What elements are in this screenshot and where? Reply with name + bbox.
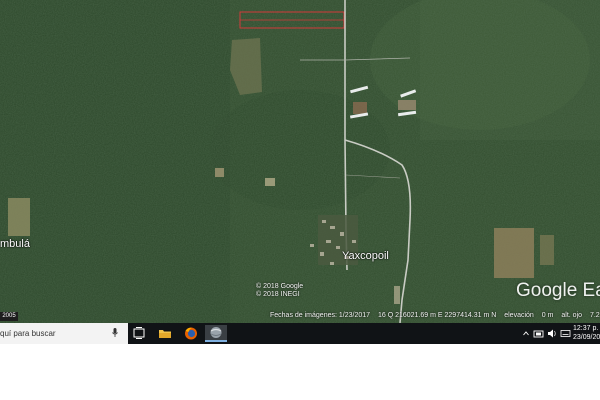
windows-taskbar: quí para buscar 12:37 p. 23/09/20 [0, 323, 600, 344]
google-earth-icon [210, 327, 222, 338]
microphone-icon[interactable] [112, 328, 118, 337]
clock-time: 12:37 p. m. [573, 325, 600, 332]
copyright-google: © 2018 Google [256, 283, 304, 290]
map-view[interactable]: mbulá Yaxcopoil © 2018 Google © 2018 INE… [0, 0, 600, 323]
historical-year-badge[interactable]: 2005 [0, 312, 18, 321]
google-earth-logo: Google Ea [516, 280, 600, 301]
keyboard-icon[interactable] [560, 323, 571, 344]
elevation-value: 0 m [541, 312, 554, 319]
volume-icon[interactable] [547, 323, 557, 344]
coordinates-readout: 16 Q 216021.69 m E 2297414.31 m N [377, 312, 497, 319]
network-icon[interactable] [533, 323, 545, 344]
copyright-inegi: © 2018 INEGI [256, 291, 300, 298]
eye-alt-value: 7.2 [589, 312, 600, 319]
place-label-yaxcopoil[interactable]: Yaxcopoil [342, 250, 389, 262]
google-earth-taskbar-item[interactable] [205, 325, 227, 342]
elevation-label: elevación [504, 312, 534, 319]
clock-date: 23/09/201 [573, 334, 600, 341]
place-label-mbula[interactable]: mbulá [0, 238, 30, 250]
system-clock[interactable]: 12:37 p. m. 23/09/201 [573, 324, 600, 342]
eye-alt-label: alt. ojo [561, 312, 583, 319]
file-explorer-icon[interactable] [156, 325, 174, 342]
imagery-date: Fechas de imágenes: 1/23/2017 [270, 312, 371, 319]
task-view-icon[interactable] [130, 325, 148, 342]
status-bar: Fechas de imágenes: 1/23/2017 16 Q 21602… [270, 312, 600, 319]
taskbar-search-box[interactable]: quí para buscar [0, 323, 128, 344]
satellite-imagery [0, 0, 600, 323]
chevron-up-icon[interactable] [522, 323, 530, 344]
firefox-icon[interactable] [182, 325, 200, 342]
search-placeholder: quí para buscar [0, 329, 56, 338]
